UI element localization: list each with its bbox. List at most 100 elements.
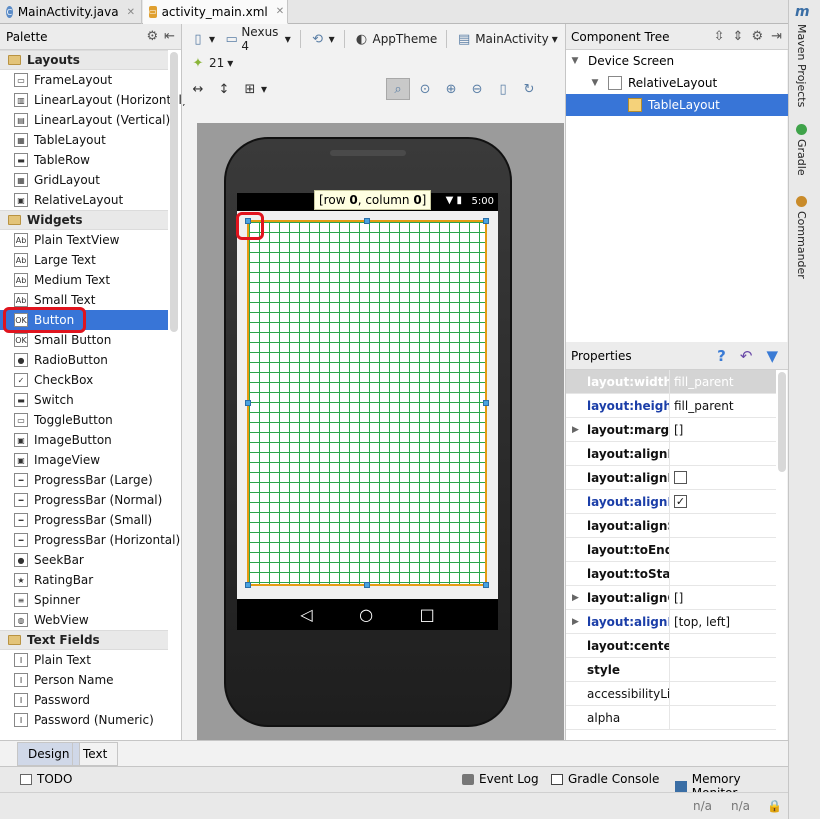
property-row[interactable]: layout:alignEnd — [566, 442, 776, 466]
resize-handle[interactable] — [483, 582, 489, 588]
palette-item-large-text[interactable]: Ab Large Text — [0, 250, 168, 270]
resize-handle[interactable] — [245, 582, 251, 588]
palette-item-password-numeric[interactable]: I Password (Numeric) — [0, 710, 168, 730]
tab-mainactivity-java[interactable]: C MainActivity.java ✕ — [0, 0, 142, 24]
tree-node-device-screen[interactable]: ▼ Device Screen — [566, 50, 788, 72]
palette-item-tablelayout[interactable]: ▦ TableLayout — [0, 130, 168, 150]
expand-vertical-button[interactable]: ↕ — [213, 78, 235, 100]
layout-options-button[interactable]: ⊞ ▾ — [239, 78, 270, 100]
palette-category-text-fields[interactable]: Text Fields — [0, 630, 168, 650]
palette-item-relativelayout[interactable]: ▣ RelativeLayout — [0, 190, 168, 210]
close-icon[interactable]: ✕ — [276, 6, 284, 17]
resize-handle[interactable] — [483, 218, 489, 224]
palette-scrollbar[interactable] — [170, 52, 178, 332]
palette-item-linearlayout-vertical[interactable]: ▤ LinearLayout (Vertical) — [0, 110, 170, 130]
palette-item-webview[interactable]: ◍ WebView — [0, 610, 168, 630]
expand-all-icon[interactable]: ⇳ — [714, 29, 725, 44]
tab-activity-main-xml[interactable]: ▭ activity_main.xml ✕ — [143, 0, 288, 24]
lock-icon[interactable]: 🔒 — [767, 799, 782, 813]
api-level-dropdown[interactable]: ✦ 21 ▾ — [187, 52, 236, 74]
palette-item-plain-textview[interactable]: Ab Plain TextView — [0, 230, 168, 250]
property-value[interactable]: fill_parent — [670, 394, 776, 417]
property-row[interactable]: layout:toStartOf — [566, 562, 776, 586]
help-icon[interactable]: ? — [717, 347, 726, 365]
palette-item-plain-text[interactable]: I Plain Text — [0, 650, 168, 670]
property-row[interactable]: layout:height fill_parent — [566, 394, 776, 418]
palette-item-framelayout[interactable]: ▭ FrameLayout — [0, 70, 168, 90]
actual-size-button[interactable]: ⊙ — [414, 78, 436, 100]
palette-item-checkbox[interactable]: ✓ CheckBox — [0, 370, 168, 390]
palette-item-seekbar[interactable]: ● SeekBar — [0, 550, 168, 570]
property-value[interactable] — [670, 682, 776, 705]
hide-panel-icon[interactable]: ⇥ — [771, 29, 782, 44]
close-icon[interactable]: ✕ — [127, 7, 135, 18]
palette-item-progressbar-large[interactable]: ━ ProgressBar (Large) — [0, 470, 168, 490]
palette-item-progressbar-small[interactable]: ━ ProgressBar (Small) — [0, 510, 168, 530]
property-row[interactable]: ▶ layout:alignParent [top, left] — [566, 610, 776, 634]
property-row[interactable]: alpha — [566, 706, 776, 730]
property-value[interactable] — [670, 634, 776, 657]
palette-item-person-name[interactable]: I Person Name — [0, 670, 168, 690]
orientation-button[interactable]: ⟲ ▾ — [307, 28, 338, 50]
property-row[interactable]: ▶ layout:margin [] — [566, 418, 776, 442]
property-row[interactable]: layout:toEndOf — [566, 538, 776, 562]
property-value[interactable] — [670, 658, 776, 681]
property-value[interactable] — [670, 562, 776, 585]
palette-item-switch[interactable]: ▬ Switch — [0, 390, 168, 410]
gear-icon[interactable]: ⚙ — [146, 29, 158, 44]
properties-scrollbar[interactable] — [778, 372, 786, 472]
tree-node-tablelayout[interactable]: TableLayout — [566, 94, 788, 116]
zoom-to-fit-button[interactable]: ⌕ — [386, 78, 411, 100]
property-row[interactable]: layout:width fill_parent — [566, 370, 776, 394]
property-row[interactable]: layout:alignParentLeft ✓ — [566, 490, 776, 514]
resize-handle[interactable] — [364, 218, 370, 224]
property-value[interactable]: fill_parent — [670, 370, 776, 393]
property-value[interactable]: ✓ — [670, 490, 776, 513]
expand-arrow-icon[interactable]: ▶ — [572, 617, 579, 627]
screenshot-button[interactable]: ▯ — [492, 78, 514, 100]
tree-node-relativelayout[interactable]: ▼ RelativeLayout — [566, 72, 788, 94]
palette-item-imagebutton[interactable]: ▣ ImageButton — [0, 430, 168, 450]
commander-tool[interactable]: Commander — [795, 196, 808, 279]
hide-panel-icon[interactable]: ⇤ — [164, 29, 175, 44]
palette-item-spinner[interactable]: ≡ Spinner — [0, 590, 168, 610]
todo-tool-button[interactable]: TODO — [20, 772, 72, 786]
property-row[interactable]: layout:alignStart — [566, 514, 776, 538]
undo-icon[interactable]: ↶ — [740, 347, 753, 365]
property-value[interactable]: [top, left] — [670, 610, 776, 633]
palette-item-password[interactable]: I Password — [0, 690, 168, 710]
tab-text[interactable]: Text — [72, 742, 119, 766]
property-value[interactable] — [670, 514, 776, 537]
palette-category-layouts[interactable]: Layouts — [0, 50, 168, 70]
palette-item-radiobutton[interactable]: ● RadioButton — [0, 350, 168, 370]
palette-item-gridlayout[interactable]: ▦ GridLayout — [0, 170, 168, 190]
property-checkbox[interactable] — [674, 471, 687, 484]
event-log-tool-button[interactable]: Event Log — [462, 772, 539, 786]
zoom-in-button[interactable]: ⊕ — [440, 78, 462, 100]
palette-item-tablerow[interactable]: ▬ TableRow — [0, 150, 168, 170]
palette-item-small-button[interactable]: OK Small Button — [0, 330, 168, 350]
palette-item-medium-text[interactable]: Ab Medium Text — [0, 270, 168, 290]
palette-item-togglebutton[interactable]: ▭ ToggleButton — [0, 410, 168, 430]
activity-dropdown[interactable]: ▤ MainActivity ▾ — [453, 28, 561, 50]
property-value[interactable]: [] — [670, 418, 776, 441]
palette-item-progressbar-normal[interactable]: ━ ProgressBar (Normal) — [0, 490, 168, 510]
palette-item-ratingbar[interactable]: ★ RatingBar — [0, 570, 168, 590]
property-row[interactable]: accessibilityLiveRegion — [566, 682, 776, 706]
gradle-tool[interactable]: Gradle — [795, 124, 808, 176]
property-value[interactable] — [670, 442, 776, 465]
palette-item-linearlayout-horizontal[interactable]: ▥ LinearLayout (Horizontal) — [0, 90, 187, 110]
expand-horizontal-button[interactable]: ↔ — [187, 78, 209, 100]
tab-design[interactable]: Design — [17, 742, 81, 766]
property-row[interactable]: style — [566, 658, 776, 682]
property-value[interactable] — [670, 706, 776, 729]
property-value[interactable] — [670, 538, 776, 561]
maven-projects-tool[interactable]: Maven Projects — [795, 24, 808, 107]
palette-item-progressbar-horizontal[interactable]: ━ ProgressBar (Horizontal) — [0, 530, 180, 550]
expand-arrow-icon[interactable]: ▼ — [570, 56, 580, 66]
palette-item-imageview[interactable]: ▣ ImageView — [0, 450, 168, 470]
table-layout-grid[interactable] — [245, 218, 489, 588]
collapse-all-icon[interactable]: ⇕ — [733, 29, 744, 44]
property-value[interactable] — [670, 466, 776, 489]
property-checkbox[interactable]: ✓ — [674, 495, 687, 508]
